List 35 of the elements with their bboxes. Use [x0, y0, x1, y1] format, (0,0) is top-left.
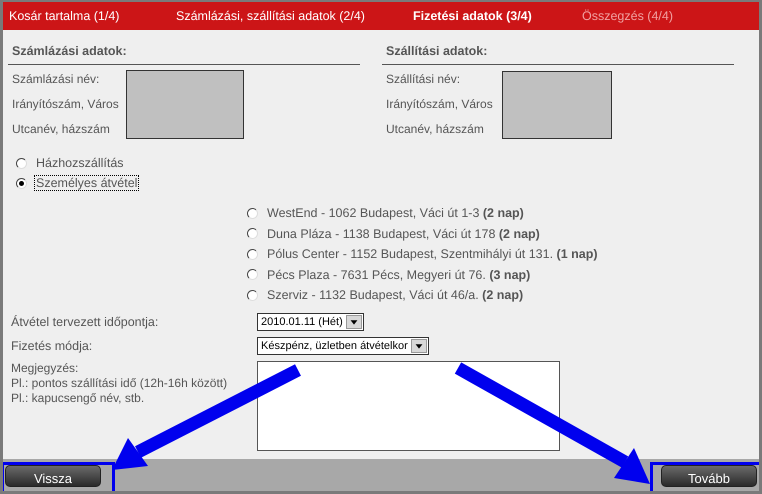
radio-button[interactable] — [247, 208, 258, 218]
radio-button[interactable] — [16, 158, 27, 168]
next-button[interactable]: Tovább — [661, 465, 757, 487]
note-label: Pl.: pontos szállítási idő (12h-16h között) — [11, 376, 228, 391]
radio-button[interactable] — [247, 248, 258, 260]
field-label: Utcanév, házszám — [12, 121, 111, 137]
note-field[interactable] — [257, 361, 560, 451]
field-label: Szállítási név: — [386, 71, 462, 87]
store-option: Pólus Center - 1152 Budapest, Szentmihályi út 131. (1 nap) — [265, 246, 600, 262]
section-title: Szállítási adatok: — [382, 44, 734, 65]
radio-button[interactable] — [16, 178, 27, 188]
step-tab[interactable]: Számlázási, szállítási adatok (2/4) — [176, 9, 413, 23]
field-label: Utcanév, házszám — [386, 121, 485, 137]
note-label: Megjegyzés: — [11, 361, 80, 376]
store-option: Pécs Plaza - 7631 Pécs, Megyeri út 76. (3 nap) — [265, 266, 532, 282]
radio-label: Személyes átvétel — [34, 175, 140, 191]
note-label: Pl.: kapucsengő név, stb. — [11, 391, 146, 406]
store-option: Duna Pláza - 1138 Budapest, Váci út 178 (2 nap) — [265, 226, 542, 242]
section-title: Számlázási adatok: — [8, 44, 360, 65]
field-label: Átvétel tervezett időpontja: — [11, 315, 160, 329]
back-button[interactable]: Vissza — [5, 465, 101, 487]
radio-button[interactable] — [247, 269, 258, 280]
field-label: Számlázási név: — [12, 71, 100, 87]
payment-dropdown[interactable]: Készpénz, üzletben átvételkor — [257, 337, 429, 355]
date-dropdown[interactable]: 2010.01.11 (Hét) — [257, 313, 364, 331]
radio-label: Házhozszállítás — [35, 155, 125, 171]
store-option: WestEnd - 1062 Budapest, Váci út 1-3 (2 nap) — [265, 205, 526, 221]
field-label: Irányítószám, Város — [386, 96, 494, 112]
radio-button[interactable] — [247, 228, 258, 239]
step-tab[interactable]: Kosár tartalma (1/4) — [9, 9, 176, 23]
field-label: Fizetés módja: — [11, 339, 94, 353]
store-option: Szerviz - 1132 Budapest, Váci út 46/a. (2 nap) — [265, 287, 526, 303]
field-label: Irányítószám, Város — [12, 96, 120, 112]
radio-button[interactable] — [247, 290, 258, 300]
step-tab[interactable]: Fizetési adatok (3/4) — [413, 9, 582, 23]
